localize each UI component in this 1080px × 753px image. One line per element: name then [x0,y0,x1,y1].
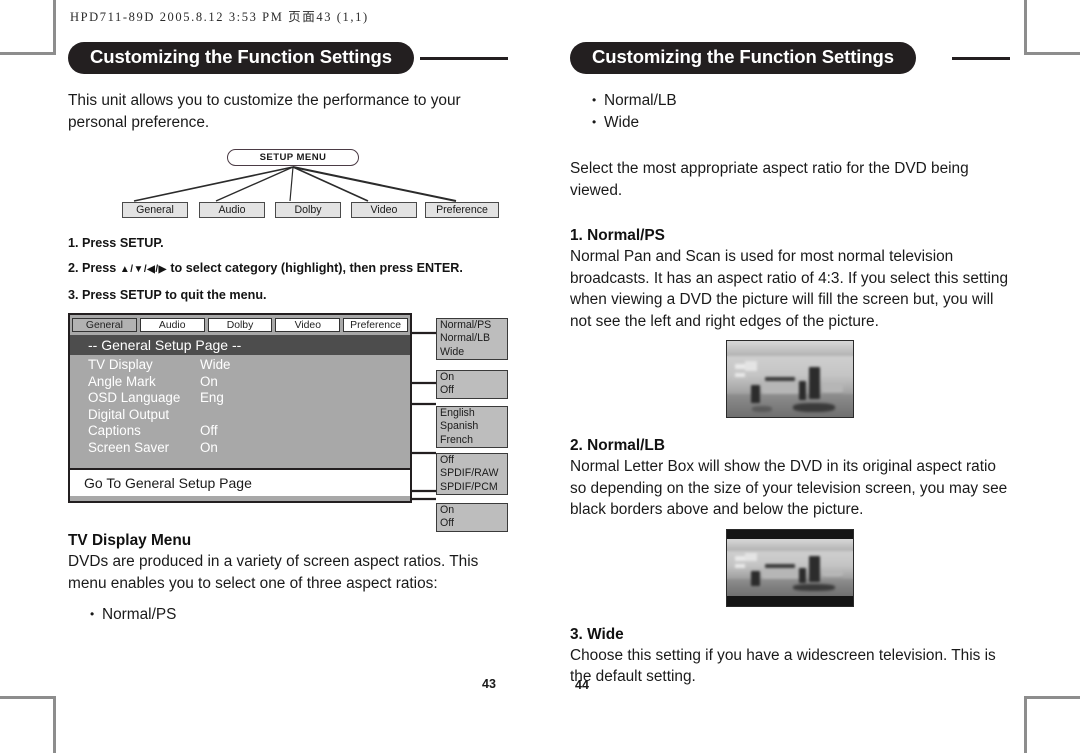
osd-tab-bar: General Audio Dolby Video Preference [70,315,410,335]
osd-tab-audio[interactable]: Audio [139,318,205,332]
tv-display-menu-body: DVDs are produced in a variety of screen… [68,553,479,592]
callout-option: English [440,407,475,419]
osd-tab-general[interactable]: General [72,318,137,332]
room-scene [727,341,853,417]
tree-leaf-general: General [122,202,188,218]
list-item: Normal/PS [90,603,508,626]
callout-tv-display-options: Normal/PS Normal/LB Wide [436,318,508,361]
callout-option: SPDIF/PCM [440,480,498,493]
step-1: 1. Press SETUP. [68,236,164,250]
tv-display-menu-heading: TV Display Menu [68,532,192,549]
tree-leaf-preference: Preference [425,202,499,218]
page-title-right: Customizing the Function Settings [570,42,916,74]
sample-image-normal-lb [726,528,854,607]
callout-screen-saver-options: On Off [436,503,508,532]
aspect-ratio-bullets-left: Normal/PS [68,603,508,626]
callout-option: Normal/PS [440,319,492,331]
page-title-banner-right: Customizing the Function Settings [570,42,1010,74]
section-body-wide: Choose this setting if you have a widesc… [570,646,996,686]
section-body-normal-ps: Normal Pan and Scan is used for most nor… [570,248,1009,330]
callout-digital-output-options: Off SPDIF/RAW SPDIF/PCM [436,453,508,496]
room-scene [727,539,853,596]
running-header: HPD711-89D 2005.8.12 3:53 PM 页面43 (1,1) [70,10,369,24]
callout-osd-language-options: English Spanish French [436,406,508,449]
tree-leaf-video: Video [351,202,417,218]
page-number-left: 43 [482,677,496,691]
osd-value-angle-mark: On [200,373,218,389]
osd-tab-video[interactable]: Video [275,318,341,332]
callout-option: Off [440,384,454,397]
crop-mark-top-left [0,0,56,56]
section-body-normal-lb: Normal Letter Box will show the DVD in i… [570,458,1008,518]
section-heading-wide: 3. Wide [570,625,624,643]
callout-option: On [440,371,455,383]
letterbox-bar-top [727,529,853,540]
list-item: Wide [592,111,1010,134]
osd-footer-hint: Go To General Setup Page [70,468,410,496]
osd-screen-diagram: General Audio Dolby Video Preference -- … [68,313,508,532]
select-aspect-ratio-text: Select the most appropriate aspect ratio… [570,160,969,199]
instruction-steps: 1. Press SETUP. 2. Press ▲/▼/◀/▶ to sele… [68,236,508,302]
osd-label-tv-display: TV Display [88,357,153,372]
title-rule-left [420,57,508,60]
tree-leaf-audio: Audio [199,202,265,218]
callout-option: Wide [440,345,465,358]
sample-image-normal-ps [726,340,854,418]
page-title-banner-left: Customizing the Function Settings [68,42,508,74]
osd-row-digital-output[interactable]: Digital Output [70,407,410,424]
step-3: 3. Press SETUP to quit the menu. [68,288,267,302]
callout-option: French [440,433,473,446]
list-item: Normal/LB [592,89,1010,112]
osd-row-captions[interactable]: Captions Off [70,423,410,440]
aspect-ratio-bullets-right: Normal/LB Wide [570,89,1010,134]
page-title-left: Customizing the Function Settings [68,42,414,74]
setup-menu-tree-diagram: SETUP MENU General Audio Dolby Video Pre… [68,149,508,221]
direction-arrows-icon: ▲/▼/◀/▶ [119,264,167,275]
page-number-right: 44 [575,678,589,692]
step-2: 2. Press ▲/▼/◀/▶ to select category (hig… [68,261,508,277]
tree-leaf-dolby: Dolby [275,202,341,218]
callout-option: Off [440,517,454,530]
crop-mark-bottom-left [0,695,56,753]
osd-tab-dolby[interactable]: Dolby [207,318,273,332]
section-heading-normal-ps: 1. Normal/PS [570,227,665,244]
osd-value-osd-language: Eng [200,390,224,405]
setup-menu-root: SETUP MENU [227,149,359,166]
callout-option: On [440,504,455,516]
section-heading-normal-lb: 2. Normal/LB [570,437,665,454]
osd-label-captions: Captions [88,423,141,438]
osd-label-osd-language: OSD Language [88,390,181,405]
osd-row-tv-display[interactable]: TV Display Wide [70,357,410,374]
osd-value-digital-output [200,407,260,424]
crop-mark-bottom-right [1024,695,1080,753]
osd-label-screen-saver: Screen Saver [88,439,170,455]
osd-row-angle-mark[interactable]: Angle Mark On [70,374,410,391]
osd-value-captions: Off [200,423,218,438]
osd-value-tv-display: Wide [200,357,231,372]
callout-option: SPDIF/RAW [440,467,499,480]
osd-value-screen-saver: On [200,439,218,455]
osd-label-angle-mark: Angle Mark [88,373,156,389]
title-rule-right [952,57,1010,60]
callout-option: Normal/LB [440,332,491,345]
osd-row-screen-saver[interactable]: Screen Saver On [70,440,410,457]
callout-option: Spanish [440,420,479,433]
osd-panel: General Audio Dolby Video Preference -- … [68,313,412,503]
intro-paragraph: This unit allows you to customize the pe… [68,92,461,131]
osd-page-header: -- General Setup Page -- [70,335,410,355]
osd-settings-list: TV Display Wide Angle Mark On OSD Langua… [70,355,410,468]
step-2-post: to select category (highlight), then pre… [166,261,463,275]
step-2-pre: 2. Press [68,261,120,275]
callout-option: Off [440,454,454,466]
osd-label-digital-output: Digital Output [88,406,170,422]
letterbox-bar-bottom [727,595,853,606]
osd-tab-preference[interactable]: Preference [343,318,408,332]
osd-row-osd-language[interactable]: OSD Language Eng [70,390,410,407]
left-page: Customizing the Function Settings This u… [68,42,508,626]
callout-angle-mark-options: On Off [436,370,508,399]
right-page: Customizing the Function Settings Normal… [570,42,1010,688]
crop-mark-top-right [1024,0,1080,56]
